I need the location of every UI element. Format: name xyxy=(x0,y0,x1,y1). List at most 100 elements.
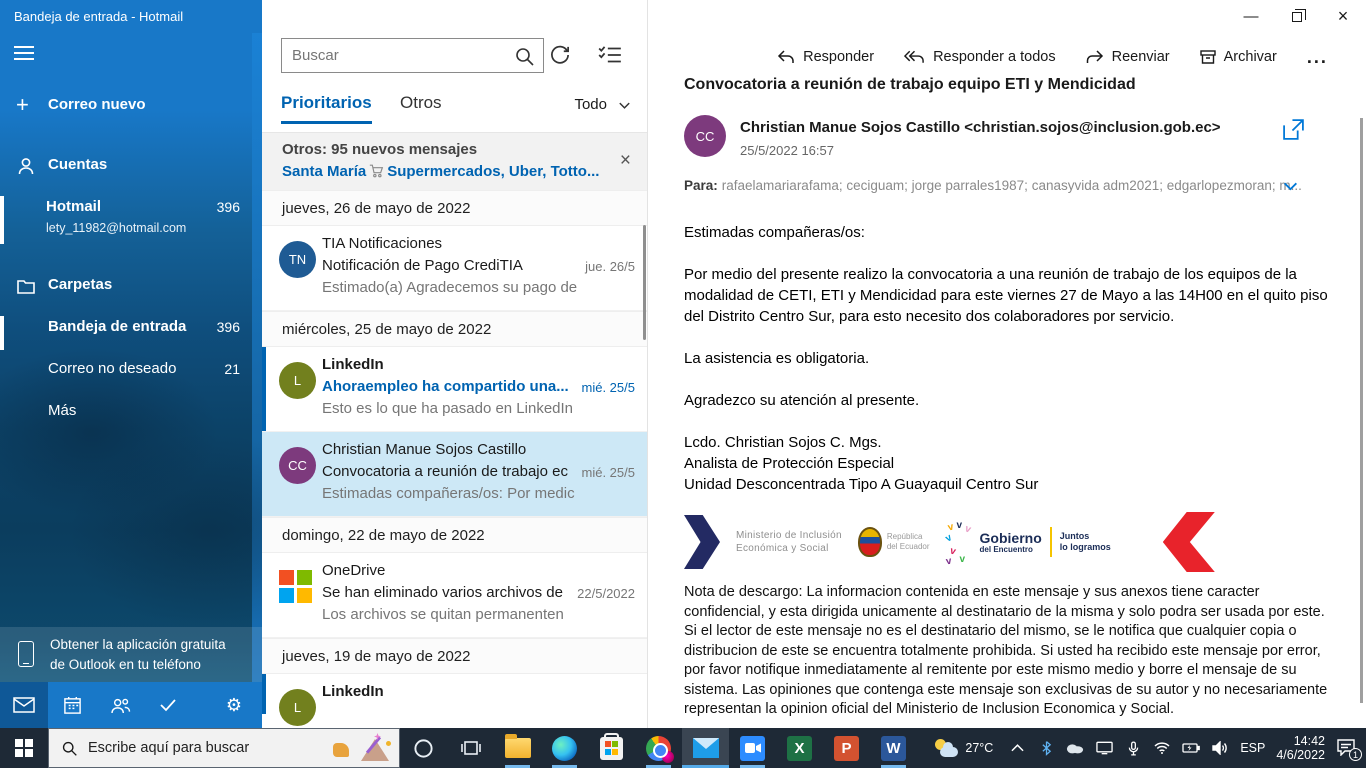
search-icon xyxy=(62,741,77,756)
battery-icon[interactable] xyxy=(1182,739,1201,757)
onedrive-icon[interactable] xyxy=(1066,739,1084,757)
message-subject: Convocatoria a reunión de trabajo ec xyxy=(322,463,568,480)
zoom-button[interactable] xyxy=(729,728,776,768)
weather-widget[interactable]: 27°C xyxy=(934,739,993,757)
signature-logos: Ministerio de Inclusión Económica y Soci… xyxy=(684,511,1332,573)
select-messages-icon[interactable] xyxy=(597,42,625,70)
accounts-label: Cuentas xyxy=(48,156,108,173)
nav-settings-button[interactable]: ⚙ xyxy=(210,682,258,728)
folders-section-button[interactable]: Carpetas xyxy=(0,275,262,309)
message-row-onedrive[interactable]: OneDrive Se han eliminado varios archivo… xyxy=(262,553,647,638)
action-center-button[interactable]: 1 xyxy=(1336,738,1362,761)
microphone-icon[interactable] xyxy=(1124,739,1142,757)
mail-app-window: Bandeja de entrada - Hotmail + Correo nu… xyxy=(0,0,1366,768)
accounts-section-button[interactable]: Cuentas xyxy=(0,155,262,189)
gear-icon: ⚙ xyxy=(225,695,243,715)
task-view-button[interactable] xyxy=(447,728,494,768)
message-row-linkedin[interactable]: L LinkedIn Ahoraempleo ha compartido una… xyxy=(262,347,647,432)
minimize-button[interactable]: — xyxy=(1228,0,1274,32)
new-mail-button[interactable]: + Correo nuevo xyxy=(0,94,262,129)
edge-icon xyxy=(552,735,577,761)
volume-icon[interactable] xyxy=(1211,739,1229,757)
sender-block: CC Christian Manue Sojos Castillo <chris… xyxy=(684,115,1324,163)
nav-people-button[interactable] xyxy=(96,682,144,728)
open-in-new-window-icon[interactable] xyxy=(1282,118,1306,142)
banner-close-icon[interactable]: × xyxy=(620,151,631,170)
file-explorer-button[interactable] xyxy=(494,728,541,768)
window-controls: — × xyxy=(1228,0,1366,32)
red-chevron-icon xyxy=(1162,512,1215,572)
account-selected-indicator xyxy=(0,196,4,244)
message-preview: Estimado(a) Agradecemos su pago de xyxy=(322,279,578,296)
taskbar: Escribe aquí para buscar X P W 27°C ESP … xyxy=(0,728,1366,768)
powerpoint-button[interactable]: P xyxy=(823,728,870,768)
date-header: jueves, 26 de mayo de 2022 xyxy=(262,190,647,226)
excel-button[interactable]: X xyxy=(776,728,823,768)
tab-focused[interactable]: Prioritarios xyxy=(281,93,372,124)
edge-button[interactable] xyxy=(541,728,588,768)
forward-button[interactable]: Reenviar xyxy=(1086,49,1170,65)
to-recipients: rafaelamariarafama; ceciguam; jorge parr… xyxy=(721,178,1302,193)
nav-calendar-button[interactable] xyxy=(48,682,96,728)
clock[interactable]: 14:42 4/6/2022 xyxy=(1276,734,1325,762)
start-button[interactable] xyxy=(0,728,48,768)
filter-dropdown[interactable]: Todo xyxy=(574,96,607,113)
sender-avatar: CC xyxy=(684,115,726,157)
search-box xyxy=(281,38,544,73)
chrome-icon xyxy=(646,735,674,763)
message-subject: Se han eliminado varios archivos de xyxy=(322,584,563,601)
zoom-icon xyxy=(740,735,765,761)
search-icon[interactable] xyxy=(513,45,537,69)
chevron-down-icon[interactable] xyxy=(617,98,631,112)
taskbar-search[interactable]: Escribe aquí para buscar xyxy=(48,728,400,768)
tab-other[interactable]: Otros xyxy=(400,93,442,113)
wireless-display-icon[interactable] xyxy=(1095,739,1113,757)
folder-more[interactable]: Más xyxy=(0,402,262,432)
message-row-tia[interactable]: TN TIA Notificaciones Notificación de Pa… xyxy=(262,226,647,311)
store-button[interactable] xyxy=(588,728,635,768)
date: 4/6/2022 xyxy=(1276,748,1325,762)
message-row-christian-selected[interactable]: CC Christian Manue Sojos Castillo Convoc… xyxy=(262,432,647,517)
cortana-button[interactable] xyxy=(400,728,447,768)
sidebar: Bandeja de entrada - Hotmail + Correo nu… xyxy=(0,0,262,728)
list-scrollbar[interactable] xyxy=(643,225,646,340)
search-input[interactable] xyxy=(282,39,543,72)
expand-recipients-icon[interactable] xyxy=(1282,178,1298,194)
recipients-row[interactable]: Para: rafaelamariarafama; ceciguam; jorge… xyxy=(684,178,1309,193)
language-indicator[interactable]: ESP xyxy=(1240,741,1265,755)
mail-app-button[interactable] xyxy=(682,728,729,768)
archive-button[interactable]: Archivar xyxy=(1199,49,1277,65)
close-button[interactable]: × xyxy=(1320,0,1366,32)
folder-junk[interactable]: Correo no deseado 21 xyxy=(0,360,262,390)
more-actions-button[interactable]: ... xyxy=(1307,47,1328,68)
message-sender: TIA Notificaciones xyxy=(322,235,443,252)
other-messages-banner[interactable]: Otros: 95 nuevos mensajes Santa María Sup… xyxy=(262,132,647,190)
mail-icon xyxy=(692,738,719,758)
account-hotmail[interactable]: Hotmail 396 lety_11982@hotmail.com xyxy=(0,198,262,248)
message-list-pane: Prioritarios Otros Todo Otros: 95 nuevos… xyxy=(262,0,648,728)
excel-icon: X xyxy=(787,735,812,761)
avatar: CC xyxy=(279,447,316,484)
hamburger-menu-icon[interactable] xyxy=(14,46,34,60)
bluetooth-icon[interactable] xyxy=(1037,739,1055,757)
reply-all-button[interactable]: Responder a todos xyxy=(904,49,1056,65)
nav-todo-button[interactable] xyxy=(144,682,192,728)
outlook-promo-banner[interactable]: Obtener la aplicación gratuita de Outloo… xyxy=(0,627,262,682)
system-tray: 27°C ESP 14:42 4/6/2022 1 xyxy=(934,734,1366,762)
reply-button[interactable]: Responder xyxy=(777,49,874,65)
reading-scrollbar[interactable] xyxy=(1360,118,1363,703)
wifi-icon[interactable] xyxy=(1153,739,1171,757)
message-date: jue. 26/5 xyxy=(585,259,635,274)
word-button[interactable]: W xyxy=(870,728,917,768)
chrome-button[interactable] xyxy=(635,728,682,768)
message-row-linkedin-2[interactable]: L LinkedIn xyxy=(262,674,647,726)
window-titlebar: Bandeja de entrada - Hotmail xyxy=(0,0,262,33)
banner-preview-a: Santa María xyxy=(282,163,367,180)
message-sender: LinkedIn xyxy=(322,356,384,373)
nav-mail-button[interactable] xyxy=(0,682,48,728)
folder-inbox[interactable]: Bandeja de entrada 396 xyxy=(0,318,262,348)
message-datetime: 25/5/2022 16:57 xyxy=(740,143,834,158)
restore-button[interactable] xyxy=(1274,0,1320,32)
show-hidden-icons-chevron[interactable] xyxy=(1008,739,1026,757)
sync-icon[interactable] xyxy=(547,42,575,70)
